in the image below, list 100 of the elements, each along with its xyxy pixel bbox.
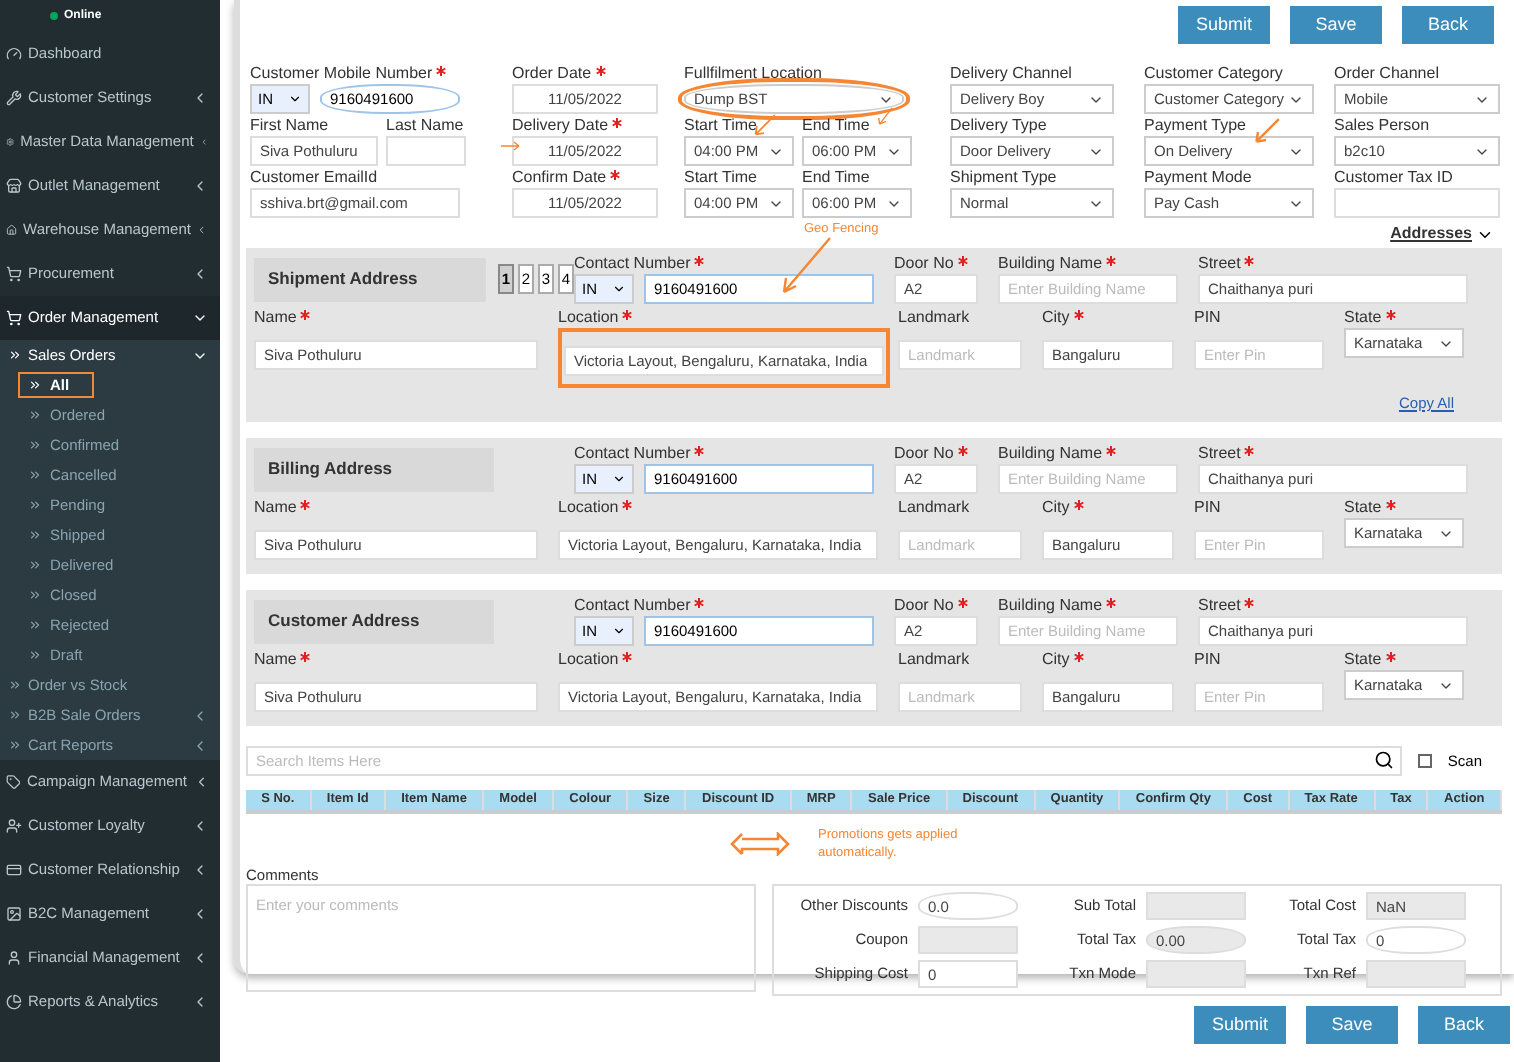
field-label: Landmark [898,498,970,519]
field-label: Delivery Channel [950,64,1072,84]
field-label: Order Date [512,64,592,84]
field-label: State [1344,498,1382,519]
caret-icon [192,862,208,878]
field-label: Building Name [998,596,1103,617]
chevrons-icon [28,498,42,512]
menu-icon [6,222,18,238]
chevrons-icon [28,378,42,392]
annotation-arrow-icon [496,136,524,156]
chevrons-icon [28,438,42,452]
addresses-link[interactable]: Addresses [1390,222,1472,246]
field-label: Fullfilment Location [684,64,822,84]
field-label: Start Time [684,168,757,188]
caret-icon [196,222,208,238]
field-label: Delivery Type [950,116,1047,136]
field-label: Customer Tax ID [1334,168,1453,188]
field-label: Shipment Type [950,168,1057,188]
field-label: Contact Number [574,444,691,465]
double-arrow-icon [730,832,790,856]
field-label: End Time [802,168,870,188]
checkbox[interactable] [1417,754,1432,769]
field-label: Location [558,650,619,671]
field-label: Door No [894,444,954,465]
field-label: Landmark [898,308,970,328]
annotation-arrow-icon [1250,116,1282,148]
chevrons-icon [28,528,42,542]
annotation-arrow-icon [752,114,776,138]
caret-icon [192,90,208,106]
field-label: Delivery Date [512,116,609,136]
menu-icon [6,994,22,1010]
chevrons-icon [28,588,42,602]
action-button[interactable]: Submit [1194,1006,1286,1044]
section-title: Billing Address [254,447,494,492]
menu-icon [6,266,22,282]
chevrons-icon [28,618,42,632]
field-label: Landmark [898,650,970,671]
field-label: First Name [250,116,329,136]
caret-icon [192,310,208,326]
field-label: Street [1198,444,1241,465]
caret-icon [192,994,208,1010]
chevrons-icon [28,408,42,422]
field-label: PIN [1194,498,1221,519]
action-button[interactable]: Save [1290,6,1382,44]
field-label: Last Name [386,116,464,136]
search-icon [1373,750,1394,771]
menu-icon [6,862,22,878]
field-label: Building Name [998,444,1103,465]
menu-icon [6,310,22,326]
input-field[interactable] [386,136,466,166]
section-title: Shipment Address [254,257,486,301]
menu-icon [6,818,22,834]
action-button[interactable]: Back [1402,6,1494,44]
field-label: Location [558,308,619,328]
caret-icon [192,266,208,282]
caret-icon [193,774,208,790]
field-label: Sales Person [1334,116,1430,136]
field-label: Name [254,498,297,519]
chevrons-icon [8,678,22,692]
input-field[interactable] [1334,188,1500,218]
field-label: PIN [1194,308,1221,328]
chevrons-icon [28,648,42,662]
field-label: PIN [1194,650,1221,671]
field-label: Payment Mode [1144,168,1252,188]
menu-icon [6,46,22,62]
field-label: City [1042,308,1070,328]
caret-icon [199,134,208,150]
field-label: Confirm Date [512,168,607,188]
field-label: Contact Number [574,596,691,617]
action-button[interactable]: Submit [1178,6,1270,44]
field-label: Customer Category [1144,64,1283,84]
field-label: Street [1198,254,1241,274]
field-label: Contact Number [574,254,691,274]
caret-icon [192,178,208,194]
chevron-icon [612,282,626,296]
menu-icon [6,90,22,106]
field-label: Street [1198,596,1241,617]
field-label: Payment Type [1144,116,1246,136]
field-label: Order Channel [1334,64,1439,84]
menu-icon [6,950,22,966]
caret-icon [192,906,208,922]
action-button[interactable]: Save [1306,1006,1398,1044]
menu-icon [6,134,15,150]
field-label: Start Time [684,116,757,136]
chevrons-icon [8,738,22,752]
field-label: Door No [894,596,954,617]
field-label: Building Name [998,254,1103,274]
action-button[interactable]: Back [1418,1006,1510,1044]
chevron-icon [612,624,626,639]
field-label: State [1344,308,1382,328]
field-label: Customer Mobile Number [250,64,433,84]
section-title: Customer Address [254,599,494,644]
field-label: City [1042,498,1070,519]
field-label: Location [558,498,619,519]
chevrons-icon [8,348,22,362]
caret-icon [192,818,208,834]
menu-icon [6,178,22,194]
chevrons-icon [8,708,22,722]
field-label: End Time [802,116,870,136]
menu-icon [6,906,22,922]
